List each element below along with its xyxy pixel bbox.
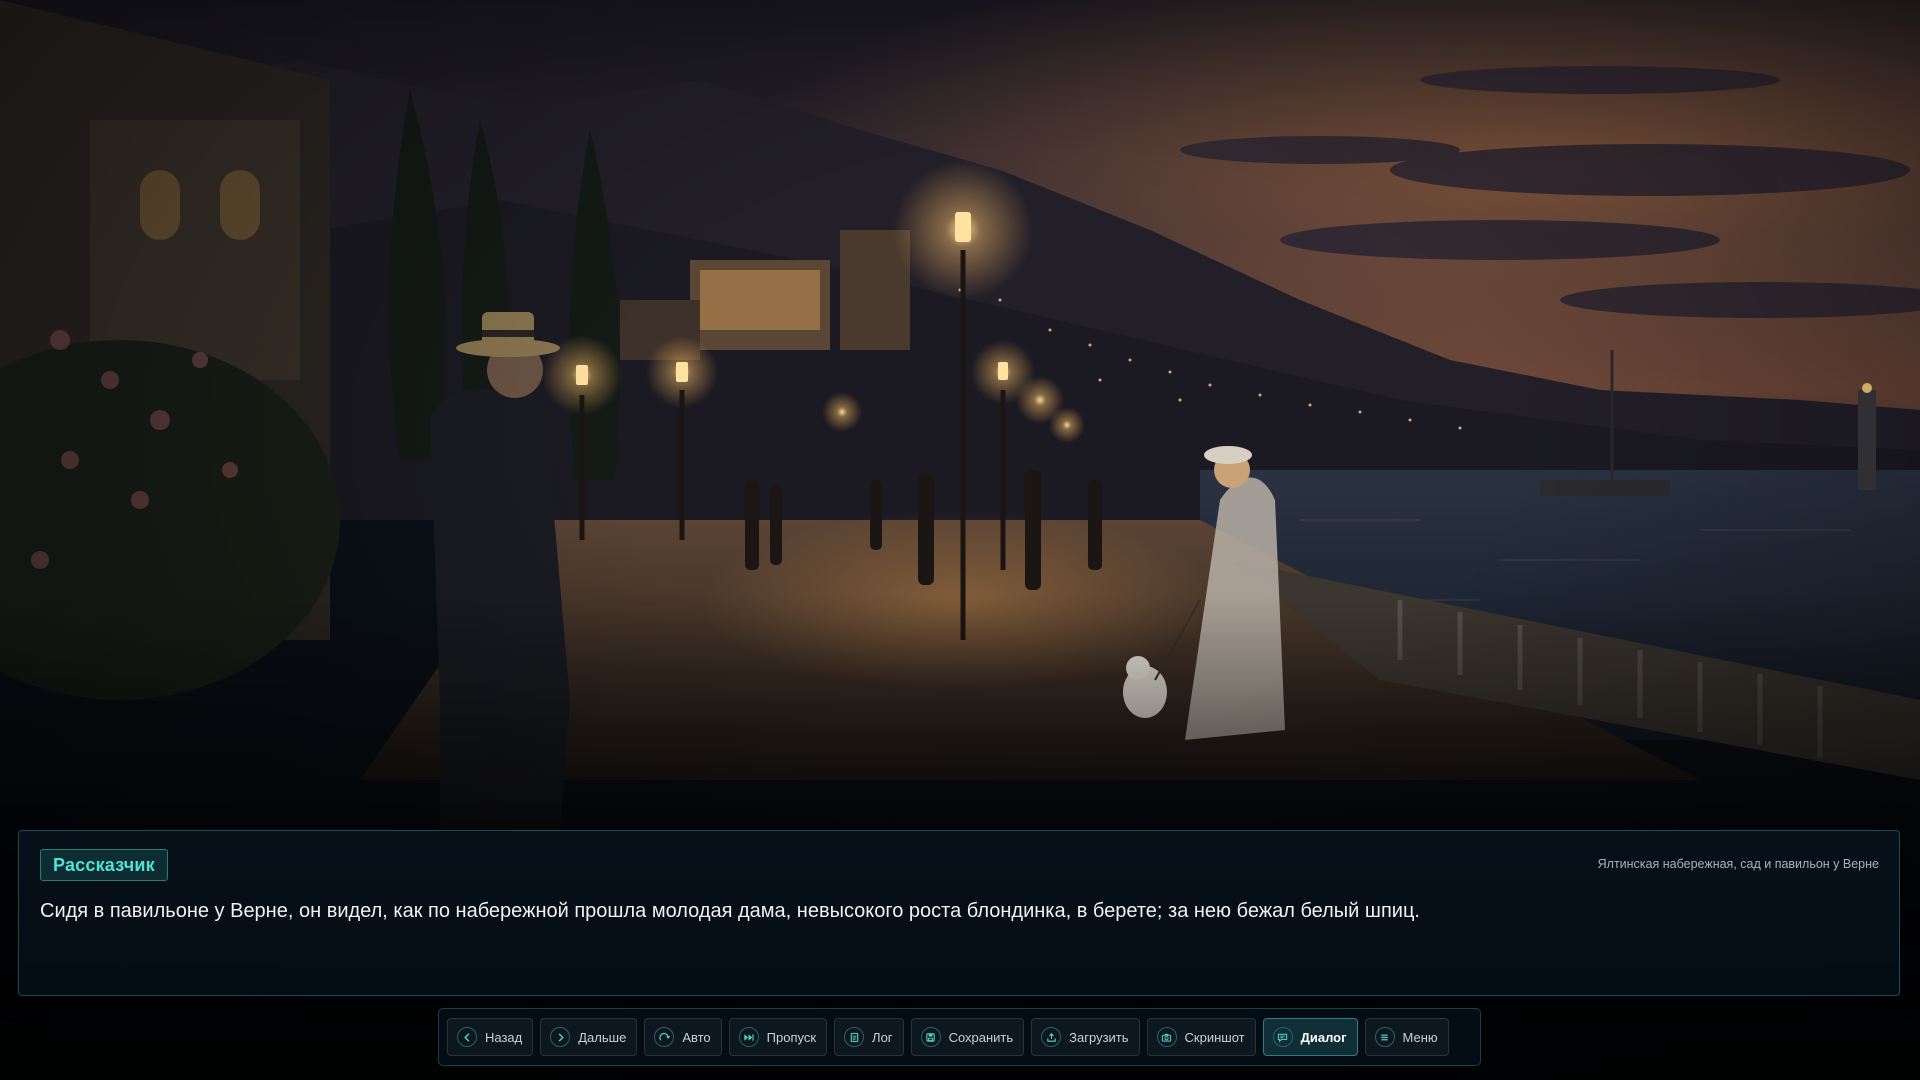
save-button-label: Сохранить — [948, 1029, 1014, 1045]
dialog-toggle-button[interactable]: Диалог — [1262, 1018, 1358, 1056]
dialogue-box[interactable]: Рассказчик Ялтинская набережная, сад и п… — [18, 830, 1900, 996]
back-button[interactable]: Назад — [447, 1018, 534, 1056]
load-button-label: Загрузить — [1069, 1029, 1129, 1045]
dialog-icon — [1272, 1027, 1293, 1047]
skip-icon — [738, 1027, 759, 1047]
auto-play-icon — [654, 1027, 675, 1047]
log-icon — [844, 1027, 865, 1047]
dialogue-text: Сидя в павильоне у Верне, он видел, как … — [40, 900, 1420, 922]
arrow-right-icon — [550, 1027, 571, 1047]
camera-icon — [1156, 1027, 1177, 1047]
auto-button[interactable]: Авто — [644, 1018, 722, 1056]
arrow-left-icon — [457, 1027, 477, 1047]
load-button[interactable]: Загрузить — [1031, 1018, 1140, 1056]
control-bar: Назад Дальше Авто Пропуск Лог Сохранить — [438, 1008, 1481, 1066]
auto-button-label: Авто — [682, 1029, 711, 1045]
location-label: Ялтинская набережная, сад и павильон у В… — [1597, 857, 1879, 871]
skip-button-label: Пропуск — [766, 1029, 817, 1045]
screenshot-button-label: Скриншот — [1184, 1029, 1245, 1045]
save-icon — [920, 1027, 941, 1047]
menu-icon — [1374, 1027, 1395, 1047]
save-button[interactable]: Сохранить — [910, 1018, 1025, 1056]
back-button-label: Назад — [485, 1029, 523, 1045]
screenshot-button[interactable]: Скриншот — [1146, 1018, 1256, 1056]
dialog-toggle-label: Диалог — [1300, 1029, 1347, 1045]
menu-button-label: Меню — [1402, 1029, 1438, 1045]
menu-button[interactable]: Меню — [1364, 1018, 1449, 1056]
log-button-label: Лог — [872, 1029, 893, 1045]
next-button[interactable]: Дальше — [540, 1018, 638, 1056]
speaker-name-tag: Рассказчик — [40, 849, 168, 881]
skip-button[interactable]: Пропуск — [728, 1018, 828, 1056]
log-button[interactable]: Лог — [834, 1018, 904, 1056]
next-button-label: Дальше — [578, 1029, 627, 1045]
load-icon — [1041, 1027, 1062, 1047]
